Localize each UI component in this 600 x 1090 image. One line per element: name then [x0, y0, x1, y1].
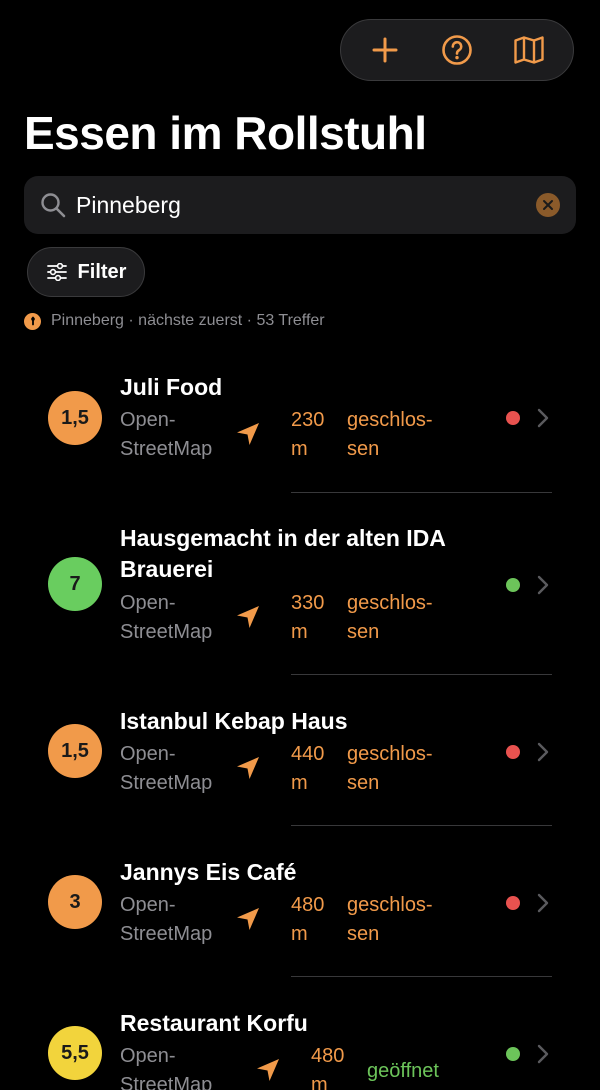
place-name: Istanbul Kebap Haus — [120, 708, 348, 734]
chevron-right-icon — [537, 408, 549, 428]
distance-unit: m — [291, 923, 308, 945]
opening-state: geschlos- sen — [347, 740, 457, 798]
distance-value: 230 — [291, 409, 325, 431]
place-name: Jannys Eis Café — [120, 859, 297, 885]
data-source: Open- StreetMap — [120, 740, 230, 798]
distance-unit: m — [291, 772, 308, 794]
distance: 480 m — [311, 1042, 361, 1090]
distance: 330 m — [291, 589, 341, 647]
data-source: Open- StreetMap — [120, 589, 230, 647]
search-input[interactable] — [76, 191, 536, 219]
opening-state: geschlos- sen — [347, 589, 457, 647]
source-line: StreetMap — [120, 1074, 213, 1090]
opening-state-line: sen — [347, 772, 380, 794]
status-text: Pinneberg · nächste zuerst · 53 Treffer — [51, 312, 325, 329]
distance-value: 480 — [311, 1045, 345, 1067]
chevron-right-icon — [537, 575, 549, 595]
opening-state-line: geschlos- — [347, 409, 433, 431]
navigation-arrow-icon — [237, 908, 259, 930]
sliders-icon — [46, 263, 67, 281]
list-item[interactable]: 5,5 Restaurant Korfu Open- StreetMap 480… — [0, 978, 600, 1090]
rating-badge: 1,5 — [48, 724, 102, 778]
row-divider — [291, 492, 552, 493]
place-name: Restaurant Korfu — [120, 1010, 308, 1036]
place-name: Hausgemacht in der alten IDA Brauerei — [120, 525, 446, 582]
opening-state: geschlos- sen — [347, 406, 457, 464]
opening-state: geschlos- sen — [347, 891, 457, 949]
source-line: Open- — [120, 894, 176, 916]
open-status-dot — [506, 1047, 520, 1061]
source-line: Open- — [120, 743, 176, 765]
data-source: Open- StreetMap — [120, 891, 230, 949]
row-divider — [291, 976, 552, 977]
rating-badge: 5,5 — [48, 1026, 102, 1080]
navigation-arrow-icon — [257, 1059, 279, 1081]
add-place-button[interactable] — [357, 22, 413, 78]
rating-badge: 7 — [48, 557, 102, 611]
opening-state-line: sen — [347, 438, 380, 460]
source-line: StreetMap — [120, 621, 213, 643]
list-item[interactable]: 3 Jannys Eis Café Open- StreetMap 480 m … — [0, 827, 600, 978]
opening-state-line: geschlos- — [347, 592, 433, 614]
page-title: Essen im Rollstuhl — [24, 107, 427, 159]
source-line: StreetMap — [120, 923, 213, 945]
location-pin-icon — [24, 312, 41, 330]
navigation-arrow-icon — [237, 423, 259, 445]
navigation-arrow-icon — [237, 606, 259, 628]
open-status-dot — [506, 578, 520, 592]
chevron-right-icon — [537, 893, 549, 913]
search-icon — [40, 192, 66, 218]
map-button[interactable] — [501, 22, 557, 78]
opening-state-line: sen — [347, 621, 380, 643]
source-line: Open- — [120, 409, 176, 431]
chevron-right-icon — [537, 1044, 549, 1064]
distance: 440 m — [291, 740, 341, 798]
help-icon — [442, 35, 472, 65]
filter-label: Filter — [77, 260, 127, 283]
closed-status-dot — [506, 745, 520, 759]
top-toolbar — [340, 19, 574, 81]
opening-state-line: geöffnet — [367, 1060, 439, 1082]
results-status: Pinneberg · nächste zuerst · 53 Treffer — [24, 311, 325, 331]
search-bar — [24, 176, 576, 234]
distance: 480 m — [291, 891, 341, 949]
data-source: Open- StreetMap — [120, 406, 230, 464]
distance-value: 440 — [291, 743, 325, 765]
row-divider — [291, 674, 552, 675]
closed-status-dot — [506, 411, 520, 425]
opening-state-line: sen — [347, 923, 380, 945]
distance-unit: m — [311, 1074, 328, 1090]
clear-search-icon[interactable] — [536, 193, 560, 217]
place-name: Juli Food — [120, 374, 223, 400]
source-line: Open- — [120, 1045, 176, 1067]
source-line: StreetMap — [120, 772, 213, 794]
distance-value: 330 — [291, 592, 325, 614]
source-line: Open- — [120, 592, 176, 614]
help-button[interactable] — [429, 22, 485, 78]
list-item[interactable]: 7 Hausgemacht in der alten IDA Brauerei … — [0, 494, 600, 676]
opening-state-line: geschlos- — [347, 743, 433, 765]
distance-value: 480 — [291, 894, 325, 916]
distance-unit: m — [291, 621, 308, 643]
chevron-right-icon — [537, 742, 549, 762]
rating-badge: 3 — [48, 875, 102, 929]
filter-button[interactable]: Filter — [27, 247, 145, 297]
rating-badge: 1,5 — [48, 391, 102, 445]
opening-state: geöffnet — [367, 1057, 477, 1086]
distance: 230 m — [291, 406, 341, 464]
map-icon — [514, 36, 544, 64]
list-item[interactable]: 1,5 Istanbul Kebap Haus Open- StreetMap … — [0, 676, 600, 827]
navigation-arrow-icon — [237, 757, 259, 779]
distance-unit: m — [291, 438, 308, 460]
opening-state-line: geschlos- — [347, 894, 433, 916]
list-item[interactable]: 1,5 Juli Food Open- StreetMap 230 m gesc… — [0, 360, 600, 494]
closed-status-dot — [506, 896, 520, 910]
source-line: StreetMap — [120, 438, 213, 460]
plus-icon — [372, 37, 398, 63]
row-divider — [291, 825, 552, 826]
data-source: Open- StreetMap — [120, 1042, 230, 1090]
